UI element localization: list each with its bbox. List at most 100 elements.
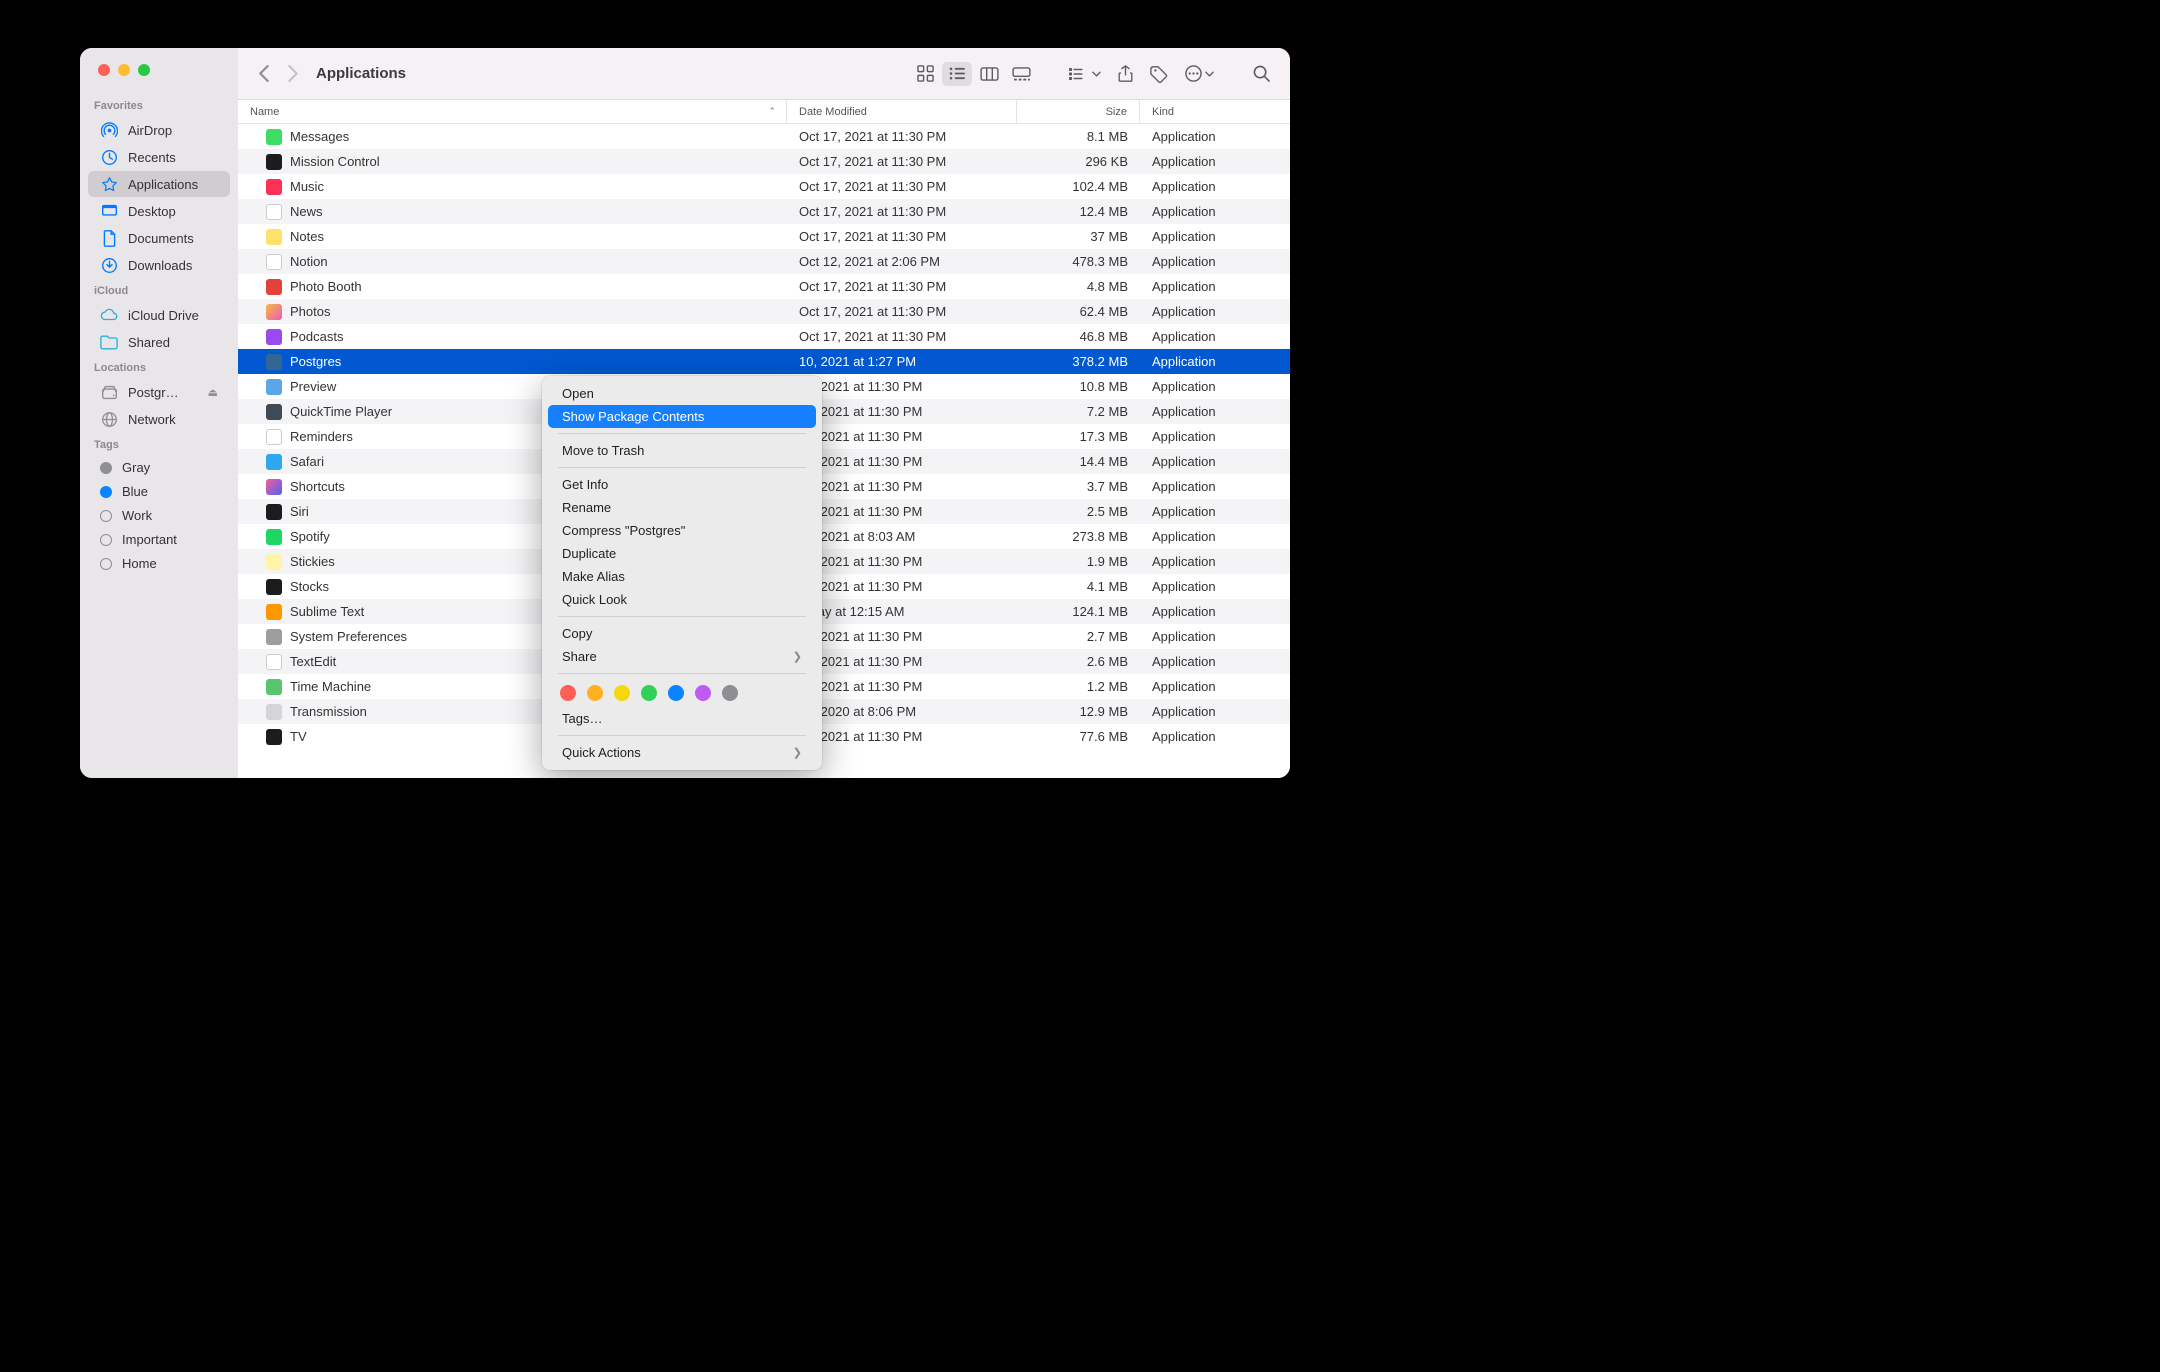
file-row[interactable]: Photo BoothOct 17, 2021 at 11:30 PM4.8 M… — [238, 274, 1290, 299]
tags-button[interactable] — [1144, 62, 1174, 86]
file-kind: Application — [1140, 179, 1290, 194]
back-button[interactable] — [252, 60, 276, 88]
sidebar-item[interactable]: Home — [88, 552, 230, 575]
icon-view-button[interactable] — [910, 62, 940, 86]
sidebar-item[interactable]: Desktop — [88, 198, 230, 224]
file-name: System Preferences — [290, 629, 407, 644]
sidebar-item[interactable]: Postgr…⏏ — [88, 379, 230, 405]
sidebar-item[interactable]: Network — [88, 406, 230, 432]
cloud-icon — [100, 306, 118, 324]
menu-item[interactable]: Duplicate — [548, 542, 816, 565]
file-name: Transmission — [290, 704, 367, 719]
toolbar: Applications — [238, 48, 1290, 100]
menu-item[interactable]: Move to Trash — [548, 439, 816, 462]
tag-color-icon[interactable] — [695, 685, 711, 701]
col-name[interactable]: Name⌃ — [238, 100, 787, 123]
app-icon — [266, 204, 282, 220]
tag-color-icon[interactable] — [614, 685, 630, 701]
menu-item[interactable]: Tags… — [548, 707, 816, 730]
folder-icon — [100, 333, 118, 351]
file-size: 378.2 MB — [1017, 354, 1140, 369]
menu-item[interactable]: Compress "Postgres" — [548, 519, 816, 542]
app-icon — [266, 354, 282, 370]
menu-item-label: Open — [562, 386, 594, 401]
app-icon — [266, 454, 282, 470]
file-kind: Application — [1140, 604, 1290, 619]
sidebar-item[interactable]: Gray — [88, 456, 230, 479]
sidebar-item[interactable]: Applications — [88, 171, 230, 197]
column-view-button[interactable] — [974, 62, 1004, 86]
share-button[interactable] — [1110, 62, 1140, 86]
forward-button[interactable] — [280, 60, 304, 88]
group-button[interactable] — [1064, 62, 1106, 86]
file-row[interactable]: PodcastsOct 17, 2021 at 11:30 PM46.8 MBA… — [238, 324, 1290, 349]
menu-item[interactable]: Quick Look — [548, 588, 816, 611]
file-row[interactable]: MusicOct 17, 2021 at 11:30 PM102.4 MBApp… — [238, 174, 1290, 199]
menu-item[interactable]: Show Package Contents — [548, 405, 816, 428]
menu-tag-colors — [548, 679, 816, 707]
col-date[interactable]: Date Modified — [787, 100, 1017, 123]
menu-item[interactable]: Rename — [548, 496, 816, 519]
sidebar-item[interactable]: AirDrop — [88, 117, 230, 143]
sidebar-item[interactable]: Recents — [88, 144, 230, 170]
file-kind: Application — [1140, 529, 1290, 544]
action-button[interactable] — [1178, 62, 1220, 86]
sidebar-heading: Tags — [80, 433, 238, 455]
file-row[interactable]: Postgres10, 2021 at 1:27 PM378.2 MBAppli… — [238, 349, 1290, 374]
gallery-view-button[interactable] — [1006, 62, 1036, 86]
sidebar-item-label: Downloads — [128, 258, 192, 273]
menu-separator — [558, 433, 806, 434]
col-size[interactable]: Size — [1017, 100, 1140, 123]
file-size: 7.2 MB — [1017, 404, 1140, 419]
file-kind: Application — [1140, 229, 1290, 244]
tag-color-icon[interactable] — [722, 685, 738, 701]
search-button[interactable] — [1246, 62, 1276, 86]
col-kind[interactable]: Kind — [1140, 100, 1290, 123]
file-row[interactable]: Mission ControlOct 17, 2021 at 11:30 PM2… — [238, 149, 1290, 174]
file-kind: Application — [1140, 429, 1290, 444]
file-row[interactable]: NotesOct 17, 2021 at 11:30 PM37 MBApplic… — [238, 224, 1290, 249]
menu-item[interactable]: Copy — [548, 622, 816, 645]
sidebar-item[interactable]: Downloads — [88, 252, 230, 278]
tag-color-icon[interactable] — [560, 685, 576, 701]
sort-asc-icon: ⌃ — [768, 106, 776, 117]
file-name: Siri — [290, 504, 309, 519]
menu-item[interactable]: Make Alias — [548, 565, 816, 588]
tag-color-icon[interactable] — [587, 685, 603, 701]
sidebar-item[interactable]: Work — [88, 504, 230, 527]
file-row[interactable]: MessagesOct 17, 2021 at 11:30 PM8.1 MBAp… — [238, 124, 1290, 149]
menu-item-label: Tags… — [562, 711, 602, 726]
sidebar-item[interactable]: Blue — [88, 480, 230, 503]
sidebar-item[interactable]: Important — [88, 528, 230, 551]
tag-color-icon[interactable] — [641, 685, 657, 701]
close-icon[interactable] — [98, 64, 110, 76]
file-kind: Application — [1140, 354, 1290, 369]
file-size: 2.7 MB — [1017, 629, 1140, 644]
tag-color-icon[interactable] — [668, 685, 684, 701]
file-row[interactable]: NotionOct 12, 2021 at 2:06 PM478.3 MBApp… — [238, 249, 1290, 274]
file-name: Time Machine — [290, 679, 371, 694]
sidebar-heading: Locations — [80, 356, 238, 378]
sidebar-item-label: Gray — [122, 460, 150, 475]
menu-item[interactable]: Quick Actions❯ — [548, 741, 816, 764]
file-row[interactable]: PhotosOct 17, 2021 at 11:30 PM62.4 MBApp… — [238, 299, 1290, 324]
menu-item-label: Share — [562, 649, 597, 664]
sidebar-item[interactable]: Documents — [88, 225, 230, 251]
menu-item[interactable]: Open — [548, 382, 816, 405]
file-date: Oct 17, 2021 at 11:30 PM — [787, 229, 1017, 244]
app-icon — [266, 629, 282, 645]
minimize-icon[interactable] — [118, 64, 130, 76]
file-size: 8.1 MB — [1017, 129, 1140, 144]
sidebar-item[interactable]: iCloud Drive — [88, 302, 230, 328]
file-row[interactable]: NewsOct 17, 2021 at 11:30 PM12.4 MBAppli… — [238, 199, 1290, 224]
zoom-icon[interactable] — [138, 64, 150, 76]
menu-item[interactable]: Get Info — [548, 473, 816, 496]
file-size: 12.4 MB — [1017, 204, 1140, 219]
menu-item[interactable]: Share❯ — [548, 645, 816, 668]
eject-icon[interactable]: ⏏ — [208, 386, 218, 399]
sidebar-item[interactable]: Shared — [88, 329, 230, 355]
file-date: Oct 17, 2021 at 11:30 PM — [787, 329, 1017, 344]
file-kind: Application — [1140, 679, 1290, 694]
file-size: 2.5 MB — [1017, 504, 1140, 519]
list-view-button[interactable] — [942, 62, 972, 86]
